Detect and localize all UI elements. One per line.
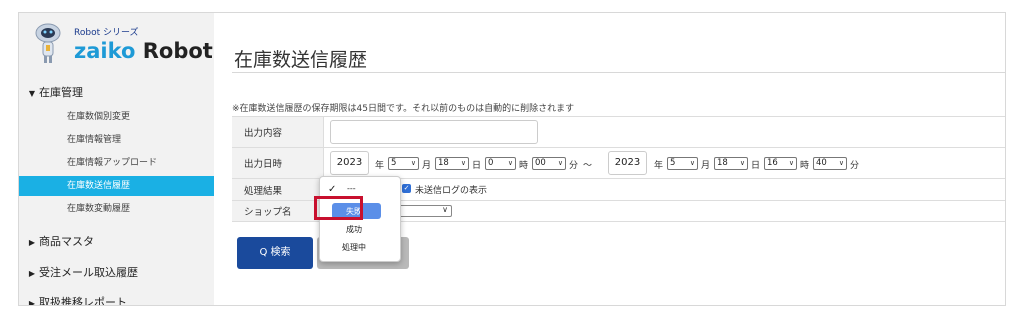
to-month-select[interactable]: 5 ∨	[667, 157, 698, 170]
logo-brand-robot: Robot	[142, 39, 213, 63]
select-value: 16	[767, 158, 778, 168]
from-hour-select[interactable]: 0 ∨	[485, 157, 516, 170]
nav-group-inventory[interactable]: ▼ 在庫管理	[19, 84, 214, 100]
search-form: 出力内容 出力日時 2023 年 5 ∨ 月 18 ∨ 日 0 ∨ 時 00 ∨ 分	[232, 116, 1005, 222]
sidebar-item-stock-change-history[interactable]: 在庫数変動履歴	[19, 199, 214, 219]
result-value-cell: ✓ 未送信ログの表示	[324, 179, 1005, 200]
nav-group-mail-import[interactable]: ▶ 受注メール取込履歴	[19, 264, 214, 280]
logo[interactable]: Robot シリーズ zaiko Robot	[19, 13, 214, 75]
result-label: 処理結果	[232, 179, 324, 200]
content-value-cell	[324, 117, 1005, 147]
unit-hour: 時	[800, 161, 810, 171]
sidebar: Robot シリーズ zaiko Robot ▼ 在庫管理 在庫数個別変更 在庫情…	[19, 13, 214, 305]
nav-group-report[interactable]: ▶ 取扱推移レポート	[19, 294, 214, 306]
date-value-cell: 2023 年 5 ∨ 月 18 ∨ 日 0 ∨ 時 00 ∨ 分 〜 2023 年 5 ∨…	[324, 148, 1005, 178]
unit-month: 月	[701, 161, 711, 171]
select-value: 00	[535, 158, 546, 168]
app-frame: Robot シリーズ zaiko Robot ▼ 在庫管理 在庫数個別変更 在庫情…	[18, 12, 1006, 306]
content-label: 出力内容	[232, 117, 324, 147]
chevron-down-icon: ∨	[838, 159, 844, 167]
form-row-content: 出力内容	[232, 117, 1005, 148]
title-divider	[232, 72, 1005, 73]
select-value: 18	[438, 158, 449, 168]
select-value: 18	[717, 158, 728, 168]
retention-notice: ※在庫数送信履歴の保存期限は45日間です。それ以前のものは自動的に削除されます	[232, 104, 575, 114]
range-tilde: 〜	[583, 161, 593, 171]
sidebar-item-stock-individual-change[interactable]: 在庫数個別変更	[19, 107, 214, 127]
to-minute-select[interactable]: 40 ∨	[813, 157, 847, 170]
chevron-down-icon: ∨	[460, 159, 466, 167]
caret-right-icon: ▶	[28, 269, 36, 278]
to-day-select[interactable]: 18 ∨	[714, 157, 748, 170]
nav-group-label: 受注メール取込履歴	[39, 266, 138, 279]
search-icon: Q	[259, 247, 268, 258]
unit-day: 日	[472, 161, 482, 171]
date-label: 出力日時	[232, 148, 324, 178]
from-year-input[interactable]: 2023	[330, 151, 369, 175]
nav-group-label: 取扱推移レポート	[39, 296, 127, 306]
nav-group-products[interactable]: ▶ 商品マスタ	[19, 233, 214, 249]
highlight-annotation-box	[314, 196, 363, 220]
caret-right-icon: ▶	[28, 299, 36, 306]
search-button-label: 検索	[270, 247, 291, 258]
to-hour-select[interactable]: 16 ∨	[764, 157, 797, 170]
to-year-input[interactable]: 2023	[608, 151, 647, 175]
chevron-down-icon: ∨	[507, 159, 513, 167]
robot-mascot-icon	[35, 23, 61, 63]
from-month-select[interactable]: 5 ∨	[388, 157, 419, 170]
unit-hour: 時	[519, 161, 529, 171]
logo-series-text: Robot シリーズ	[74, 28, 139, 38]
chevron-down-icon: ∨	[788, 159, 794, 167]
unsent-log-label: 未送信ログの表示	[415, 186, 488, 196]
chevron-down-icon: ∨	[410, 159, 416, 167]
sidebar-item-stock-send-history[interactable]: 在庫数送信履歴	[19, 176, 214, 196]
unsent-log-checkbox[interactable]: ✓	[402, 184, 411, 193]
caret-right-icon: ▶	[28, 238, 36, 247]
chevron-down-icon: ∨	[442, 205, 448, 214]
unit-day: 日	[751, 161, 761, 171]
caret-down-icon: ▼	[28, 89, 36, 98]
chevron-down-icon: ∨	[739, 159, 745, 167]
content-input[interactable]	[330, 120, 538, 144]
shop-label: ショップ名	[232, 201, 324, 221]
chevron-down-icon: ∨	[689, 159, 695, 167]
unit-month: 月	[422, 161, 432, 171]
from-day-select[interactable]: 18 ∨	[435, 157, 469, 170]
dropdown-option-success[interactable]: 成功	[320, 224, 400, 235]
select-value: 5	[670, 158, 676, 168]
unit-year: 年	[654, 161, 664, 171]
from-minute-select[interactable]: 00 ∨	[532, 157, 566, 170]
select-value: 40	[816, 158, 827, 168]
unit-minute: 分	[569, 161, 579, 171]
logo-wordmark: zaiko Robot	[74, 39, 213, 63]
nav-group-label: 在庫管理	[39, 86, 83, 99]
search-button[interactable]: Q 検索	[237, 237, 313, 269]
page-title: 在庫数送信履歴	[234, 49, 368, 71]
form-row-date: 出力日時 2023 年 5 ∨ 月 18 ∨ 日 0 ∨ 時 00 ∨ 分 〜 2023…	[232, 148, 1005, 179]
dropdown-option-processing[interactable]: 処理中	[320, 242, 400, 253]
shop-value-cell: ∨	[324, 201, 1005, 221]
select-value: 0	[488, 158, 494, 168]
sidebar-item-stock-info-upload[interactable]: 在庫情報アップロード	[19, 153, 214, 173]
select-value: 5	[391, 158, 397, 168]
unit-minute: 分	[850, 161, 860, 171]
logo-brand-zaiko: zaiko	[74, 39, 136, 63]
nav-group-label: 商品マスタ	[39, 235, 94, 248]
sidebar-item-stock-info-management[interactable]: 在庫情報管理	[19, 130, 214, 150]
unit-year: 年	[375, 161, 385, 171]
chevron-down-icon: ∨	[557, 159, 563, 167]
dropdown-option-none[interactable]: ---	[320, 184, 400, 193]
